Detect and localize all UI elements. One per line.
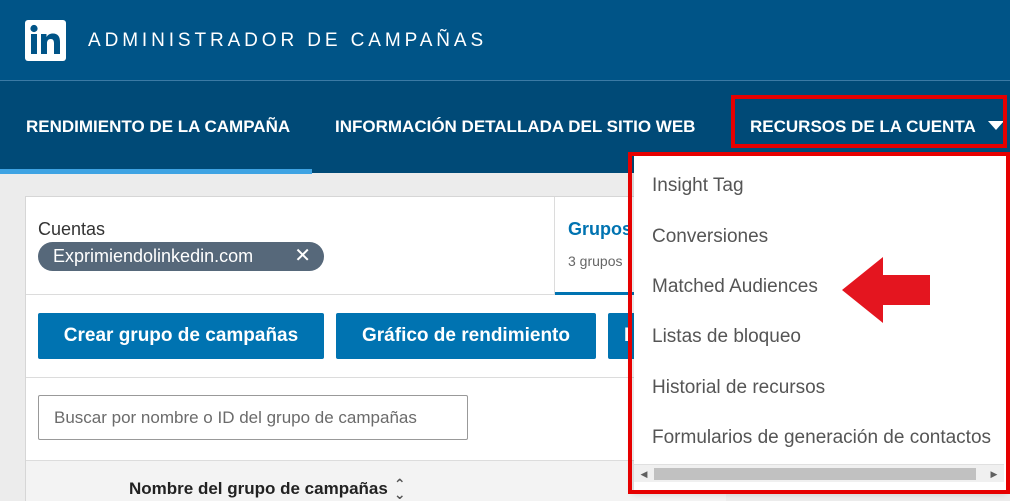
campaign-groups-card: Cuentas Exprimiendolinkedin.com ✕ Grupos… bbox=[25, 196, 727, 501]
account-assets-dropdown: Insight Tag Conversiones Matched Audienc… bbox=[634, 155, 1008, 492]
tab-campaign-performance[interactable]: RENDIMIENTO DE LA CAMPAÑA bbox=[26, 81, 290, 173]
section-divider bbox=[26, 377, 726, 378]
horizontal-scrollbar[interactable]: ◀ ▶ bbox=[634, 464, 1004, 482]
column-header-name[interactable]: Nombre del grupo de campañas ⌃ ⌄ bbox=[129, 477, 406, 501]
account-chip[interactable]: Exprimiendolinkedin.com ✕ bbox=[38, 242, 324, 271]
app-title: ADMINISTRADOR DE CAMPAÑAS bbox=[88, 30, 488, 51]
column-header-name-label: Nombre del grupo de campañas bbox=[129, 479, 388, 498]
active-tab-indicator bbox=[0, 169, 312, 174]
search-input[interactable] bbox=[38, 395, 468, 440]
linkedin-logo[interactable] bbox=[25, 20, 66, 61]
left-arrow-icon bbox=[842, 257, 930, 323]
menu-item-conversions[interactable]: Conversiones bbox=[652, 222, 768, 252]
groups-tab-count: 3 grupos bbox=[568, 253, 623, 269]
performance-chart-button[interactable]: Gráfico de rendimiento bbox=[336, 313, 596, 359]
menu-item-insight-tag[interactable]: Insight Tag bbox=[652, 171, 744, 201]
scroll-left-icon[interactable]: ◀ bbox=[636, 465, 652, 483]
table-header: Nombre del grupo de campañas ⌃ ⌄ bbox=[26, 460, 726, 501]
top-header: ADMINISTRADOR DE CAMPAÑAS bbox=[0, 0, 1010, 80]
menu-item-lead-gen-forms[interactable]: Formularios de generación de contactos bbox=[652, 423, 991, 453]
menu-item-asset-history[interactable]: Historial de recursos bbox=[652, 373, 825, 403]
close-icon[interactable]: ✕ bbox=[294, 242, 311, 271]
scrollbar-thumb[interactable] bbox=[654, 468, 976, 480]
create-campaign-group-button[interactable]: Crear grupo de campañas bbox=[38, 313, 324, 359]
tab-account-assets-label: RECURSOS DE LA CUENTA bbox=[750, 117, 976, 136]
linkedin-logo-icon bbox=[30, 24, 60, 54]
menu-item-block-lists[interactable]: Listas de bloqueo bbox=[652, 322, 801, 352]
account-chip-label: Exprimiendolinkedin.com bbox=[53, 246, 254, 266]
menu-item-matched-audiences[interactable]: Matched Audiences bbox=[652, 272, 818, 302]
caret-down-icon bbox=[987, 121, 1004, 131]
filter-area: Cuentas Exprimiendolinkedin.com ✕ Grupos… bbox=[26, 197, 727, 295]
scroll-right-icon[interactable]: ▶ bbox=[986, 465, 1002, 483]
sort-icon[interactable]: ⌃ ⌄ bbox=[394, 477, 406, 501]
groups-tab-title: Grupos bbox=[568, 219, 633, 239]
accounts-label: Cuentas bbox=[38, 219, 106, 239]
